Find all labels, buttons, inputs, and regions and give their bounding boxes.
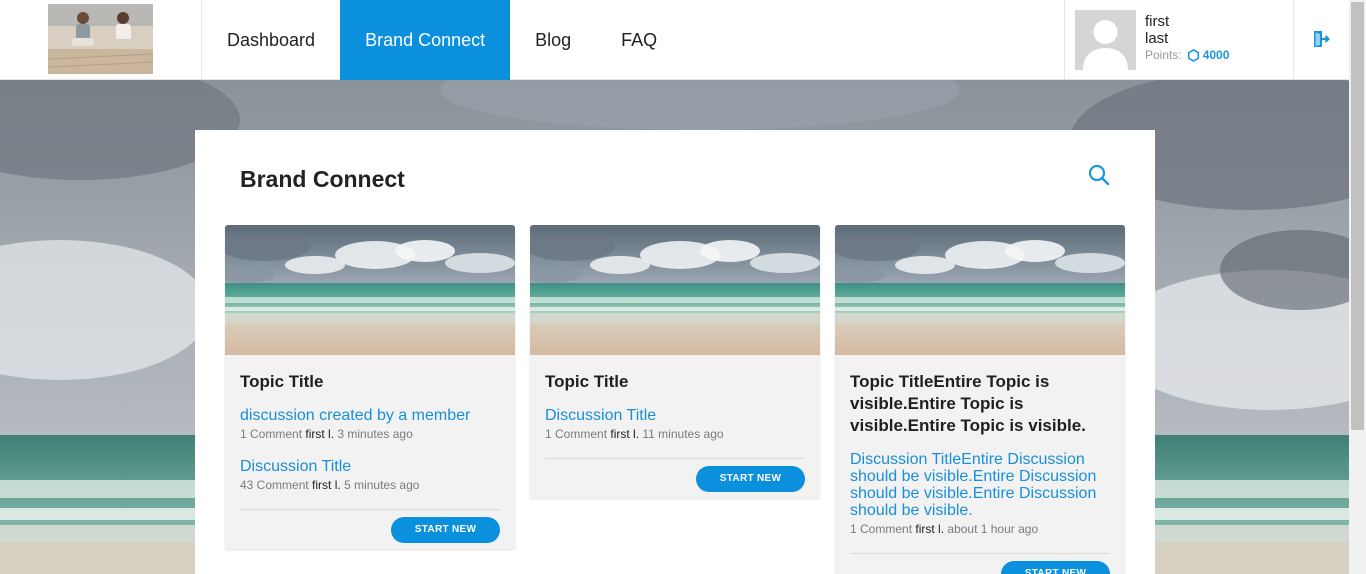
discussion-time: about 1 hour ago	[947, 522, 1039, 536]
user-points: Points: 4000	[1145, 48, 1229, 62]
coin-icon	[1187, 48, 1200, 62]
page-scrollbar[interactable]	[1349, 0, 1366, 574]
nav-brand-connect[interactable]: Brand Connect	[340, 0, 511, 80]
user-profile[interactable]: first last Points: 4000	[1064, 0, 1294, 80]
topic-title[interactable]: Topic TitleEntire Topic is visible.Entir…	[850, 371, 1110, 437]
nav-dashboard[interactable]: Dashboard	[202, 0, 340, 80]
start-new-button[interactable]: START NEW	[1001, 561, 1110, 574]
discussion-title-link[interactable]: Discussion TitleEntire Discussion should…	[850, 451, 1110, 519]
user-last-name: last	[1145, 30, 1169, 47]
discussion-meta: 1 Comment first l. 3 minutes ago	[240, 427, 500, 442]
discussion-meta: 43 Comment first l. 5 minutes ago	[240, 478, 500, 493]
page-title: Brand Connect	[240, 166, 405, 192]
nav-faq[interactable]: FAQ	[596, 0, 682, 80]
comment-count: 1 Comment	[240, 427, 303, 441]
card-footer: START NEW	[240, 509, 500, 549]
brand-logo-image[interactable]	[48, 4, 153, 74]
discussion-author: first l.	[915, 522, 945, 536]
discussion-title-link[interactable]: discussion created by a member	[240, 407, 500, 424]
discussion-author: first l.	[312, 478, 341, 492]
topic-card: Topic Title Discussion Title 1 Comment f…	[530, 225, 820, 498]
topic-thumbnail-image[interactable]	[835, 225, 1125, 355]
discussion-title-link[interactable]: Discussion Title	[545, 407, 805, 424]
comment-count: 43 Comment	[240, 478, 309, 492]
scrollbar-thumb[interactable]	[1351, 2, 1364, 430]
topic-card: Topic Title discussion created by a memb…	[225, 225, 515, 549]
start-new-button[interactable]: START NEW	[696, 466, 805, 492]
discussion-item: Discussion Title 1 Comment first l. 11 m…	[545, 407, 805, 442]
topic-card: Topic TitleEntire Topic is visible.Entir…	[835, 225, 1125, 574]
topic-title[interactable]: Topic Title	[545, 371, 805, 393]
user-first-name: first	[1145, 13, 1170, 30]
start-new-button[interactable]: START NEW	[391, 517, 500, 543]
card-footer: START NEW	[545, 458, 805, 498]
discussion-item: Discussion TitleEntire Discussion should…	[850, 451, 1110, 537]
discussion-item: Discussion Title 43 Comment first l. 5 m…	[240, 458, 500, 493]
top-navbar: Dashboard Brand Connect Blog FAQ first l…	[0, 0, 1349, 80]
discussion-time: 11 minutes ago	[642, 427, 724, 441]
points-value: 4000	[1202, 48, 1230, 62]
discussion-item: discussion created by a member 1 Comment…	[240, 407, 500, 442]
logo-cell	[0, 0, 202, 80]
card-footer: START NEW	[850, 553, 1110, 574]
discussion-time: 5 minutes ago	[344, 478, 420, 492]
discussion-author: first l.	[610, 427, 640, 441]
avatar[interactable]	[1075, 10, 1136, 70]
discussion-meta: 1 Comment first l. about 1 hour ago	[850, 522, 1110, 537]
discussion-meta: 1 Comment first l. 11 minutes ago	[545, 427, 805, 442]
search-icon[interactable]	[1087, 163, 1111, 187]
nav-blog[interactable]: Blog	[510, 0, 596, 80]
topic-title[interactable]: Topic Title	[240, 371, 500, 393]
logout-icon[interactable]	[1311, 29, 1331, 49]
discussion-title-link[interactable]: Discussion Title	[240, 458, 500, 475]
comment-count: 1 Comment	[850, 522, 913, 536]
topic-thumbnail-image[interactable]	[530, 225, 820, 355]
discussion-author: first l.	[305, 427, 335, 441]
points-label: Points:	[1145, 48, 1182, 62]
topic-thumbnail-image[interactable]	[225, 225, 515, 355]
main-nav: Dashboard Brand Connect Blog FAQ	[202, 0, 682, 80]
discussion-time: 3 minutes ago	[337, 427, 413, 441]
comment-count: 1 Comment	[545, 427, 608, 441]
brand-connect-panel: Brand Connect Topic Title discussion cre…	[195, 130, 1155, 574]
